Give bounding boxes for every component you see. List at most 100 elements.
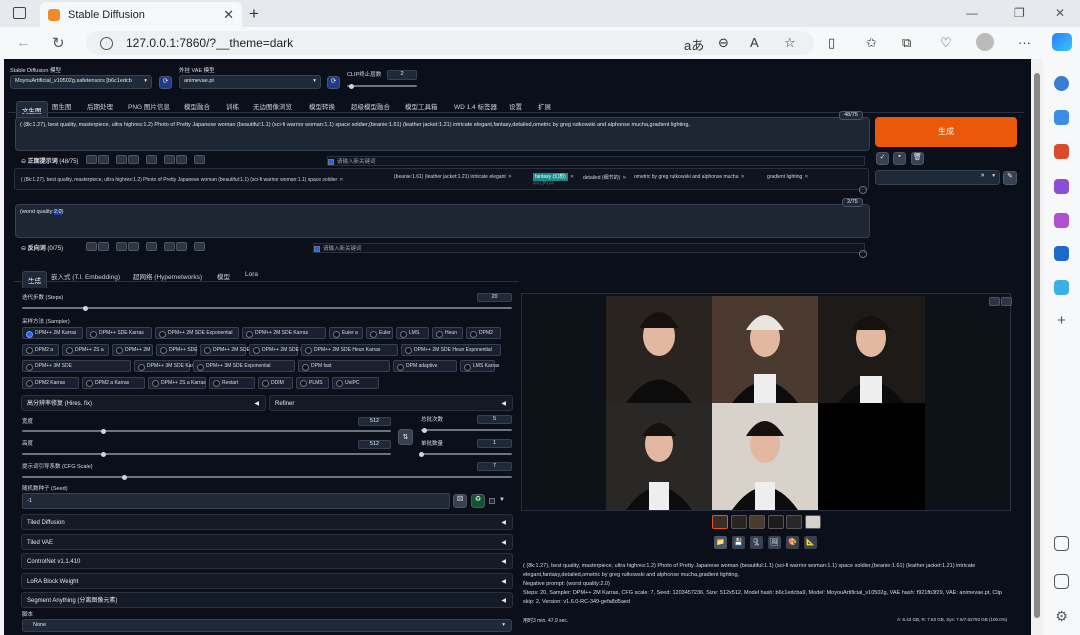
- screenshot-icon[interactable]: [1054, 536, 1069, 551]
- negative-textarea[interactable]: (worst quality:2.0): [15, 204, 870, 238]
- shopping-icon[interactable]: [1054, 110, 1069, 125]
- sampler-option[interactable]: PLMS: [296, 376, 329, 389]
- main-tab[interactable]: 后期处理: [87, 101, 113, 111]
- sampler-option[interactable]: DPM++ 2S a: [62, 343, 109, 356]
- sampler-option[interactable]: DPM fast: [298, 360, 390, 372]
- width-slider-knob[interactable]: [100, 428, 106, 434]
- main-tab[interactable]: 设置: [509, 101, 522, 111]
- token-6[interactable]: gradient lighting ✕: [767, 174, 809, 180]
- minimize-icon[interactable]: —: [966, 6, 978, 20]
- main-tab[interactable]: 模型工具箱: [405, 101, 438, 111]
- apply-style-icon[interactable]: ✎: [1003, 171, 1017, 185]
- sidebar-toggle-icon[interactable]: [1054, 574, 1069, 589]
- scroll-thumb[interactable]: [1034, 73, 1040, 618]
- extra-seed-checkbox[interactable]: [489, 498, 495, 504]
- cfg-slider-knob[interactable]: [122, 474, 128, 480]
- token-2[interactable]: (beanie:1.61) (leather jacket:1.21) intr…: [394, 174, 512, 180]
- send-to-extras-icon[interactable]: 📐: [804, 536, 817, 549]
- sampler-option[interactable]: DPM++ 2S a Karras: [148, 376, 206, 389]
- steps-input[interactable]: 20: [477, 293, 512, 302]
- token-1[interactable]: ( (8k:1.27), best quality, masterpiece, …: [21, 177, 343, 183]
- address-bar[interactable]: i 127.0.0.1:7860/?__theme=dark: [86, 31, 814, 55]
- batch-count-slider-knob[interactable]: [422, 427, 428, 433]
- script-select[interactable]: None ▾: [22, 619, 512, 632]
- height-slider-knob[interactable]: [100, 451, 106, 457]
- batch-count-slider[interactable]: [421, 427, 512, 433]
- main-tab[interactable]: 无边图像浏览: [253, 101, 292, 111]
- send-to-img2img-icon[interactable]: 🖼: [768, 536, 781, 549]
- token-list-collapse-icon[interactable]: [859, 186, 867, 194]
- clip-slider[interactable]: [347, 83, 417, 89]
- zip-icon[interactable]: 🗜: [750, 536, 763, 549]
- sampler-option[interactable]: DPM2 Karras: [22, 376, 79, 389]
- image-grid[interactable]: [606, 296, 925, 510]
- close-gallery-icon[interactable]: [1001, 297, 1012, 306]
- keyword-checkbox[interactable]: [328, 158, 334, 165]
- prompt-tool-icon[interactable]: [164, 155, 175, 164]
- prompt-tool-icon[interactable]: [86, 155, 97, 164]
- prompt-tool-icon[interactable]: [128, 155, 139, 164]
- main-tab[interactable]: PNG 图片信息: [128, 101, 170, 111]
- cfg-slider[interactable]: [22, 474, 512, 480]
- extension-accordion[interactable]: Tiled VAE ◀: [21, 533, 513, 550]
- search-icon[interactable]: [1054, 76, 1069, 91]
- styles-select[interactable]: ✕ ▾: [875, 170, 1000, 185]
- refresh-vae-button[interactable]: ⟳: [327, 76, 340, 89]
- tools-icon[interactable]: [1054, 144, 1069, 159]
- sampler-option[interactable]: DPM++ 2M SDE Heun Exponential: [401, 343, 501, 356]
- clear-icon[interactable]: ✕: [980, 173, 985, 179]
- hires-fix-accordion[interactable]: 高分辨率修复 (Hires. fix) ◀: [21, 395, 266, 411]
- main-tab[interactable]: WD 1.4 标签器: [454, 101, 497, 111]
- sampler-option[interactable]: DPM++ 2M SDE Exponential: [155, 327, 239, 339]
- folder-icon[interactable]: 📁: [714, 536, 727, 549]
- thumbnail[interactable]: [712, 515, 728, 529]
- extension-accordion[interactable]: Segment Anything (分离图像元素) ◀: [21, 592, 513, 608]
- copilot-icon[interactable]: [1052, 33, 1072, 51]
- prompt-tool-icon[interactable]: [146, 242, 157, 251]
- prompt-toggle[interactable]: ⊖ 正面提示词 (48/75): [21, 156, 78, 165]
- token-5[interactable]: ometric by greg rutkowski and alphonse m…: [634, 174, 745, 180]
- games-icon[interactable]: [1054, 179, 1069, 194]
- sampler-option[interactable]: DPM2 a Karras: [82, 376, 145, 389]
- sampler-option[interactable]: DPM++ 2M Karras: [22, 327, 83, 339]
- seed-input[interactable]: -1: [22, 493, 450, 509]
- main-tab[interactable]: 超级模型融合: [351, 101, 390, 111]
- sampler-option[interactable]: DPM++ 3M SDE Exponential: [193, 360, 295, 372]
- extension-accordion[interactable]: ControlNet v1.1.410 ◀: [21, 553, 513, 569]
- clip-input[interactable]: 2: [387, 70, 417, 80]
- sampler-option[interactable]: DPM2: [466, 327, 501, 339]
- sub-tab[interactable]: 超网络 (Hypernetworks): [133, 271, 202, 281]
- height-input[interactable]: 512: [358, 440, 391, 449]
- width-slider[interactable]: [22, 428, 391, 434]
- new-tab-icon[interactable]: +: [249, 4, 259, 24]
- refiner-accordion[interactable]: Refiner ◀: [269, 395, 513, 411]
- prompt-tool-icon[interactable]: [194, 242, 205, 251]
- cfg-input[interactable]: 7: [477, 462, 512, 471]
- sampler-option[interactable]: DPM++ SDE: [156, 343, 198, 356]
- prompt-tool-icon[interactable]: [194, 155, 205, 164]
- generate-button[interactable]: 生成: [875, 117, 1017, 147]
- batch-count-input[interactable]: 5: [477, 415, 512, 424]
- read-aloud-icon[interactable]: aあ: [684, 35, 704, 54]
- split-screen-icon[interactable]: ▯: [828, 35, 835, 51]
- refresh-model-button[interactable]: ⟳: [159, 76, 172, 89]
- sampler-option[interactable]: DPM++ 2M: [112, 343, 153, 356]
- outlook-icon[interactable]: [1054, 246, 1069, 261]
- width-input[interactable]: 512: [358, 417, 391, 426]
- swap-dimensions-icon[interactable]: ⇅: [398, 429, 413, 445]
- extension-accordion[interactable]: LoRA Block Weight ◀: [21, 572, 513, 589]
- prompt-keyword-search[interactable]: 请输入新关键词: [327, 156, 865, 166]
- negative-collapse-icon[interactable]: [859, 250, 867, 258]
- collections-icon[interactable]: ⧉: [902, 35, 911, 51]
- main-tab[interactable]: 模型转换: [309, 101, 335, 111]
- drop-icon[interactable]: [1054, 280, 1069, 295]
- sampler-option[interactable]: LMS Karras: [460, 360, 499, 372]
- close-window-icon[interactable]: ✕: [1055, 6, 1065, 20]
- thumbnail[interactable]: [749, 515, 765, 529]
- dice-icon[interactable]: ⚄: [453, 494, 467, 508]
- sampler-option[interactable]: Euler: [366, 327, 393, 339]
- sampler-option[interactable]: LMS: [396, 327, 429, 339]
- negative-keyword-search[interactable]: 请输入新关键词: [313, 243, 865, 253]
- sampler-option[interactable]: DDIM: [258, 376, 293, 389]
- model-select[interactable]: MoyouArtificial_v10502g.safetensors [b6c…: [10, 75, 152, 89]
